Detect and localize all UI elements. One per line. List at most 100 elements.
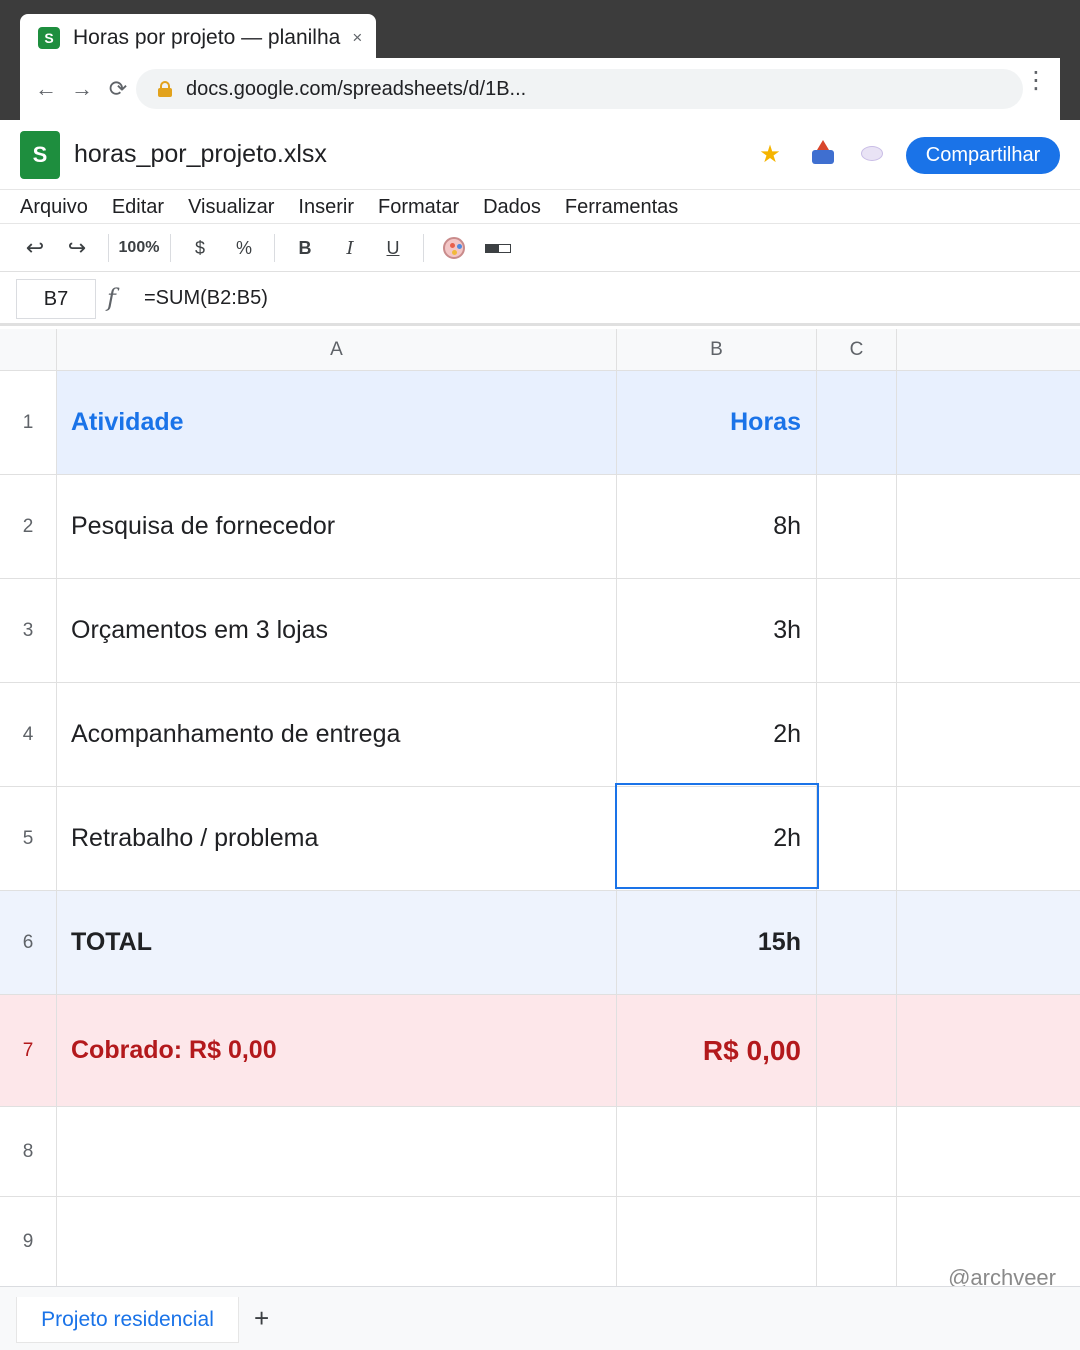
cell-a5[interactable]: Retrabalho / problema <box>57 787 617 890</box>
cell-d2[interactable] <box>897 475 1080 578</box>
row-header[interactable]: 7 <box>0 995 57 1106</box>
app-header: S horas_por_projeto.xlsx ★ Compartilhar <box>0 120 1080 190</box>
cell-b4[interactable]: 2h <box>617 683 817 786</box>
palette-icon <box>443 237 465 259</box>
column-header-b[interactable]: B <box>617 329 817 371</box>
cell-b9[interactable] <box>617 1197 817 1287</box>
menu-item-editar[interactable]: Editar <box>112 190 164 223</box>
cell-c8[interactable] <box>817 1107 897 1196</box>
column-header-c[interactable]: C <box>817 329 897 371</box>
reload-icon[interactable]: ⟳ <box>100 76 136 102</box>
column-header-a[interactable]: A <box>57 329 617 371</box>
cell-b2[interactable]: 8h <box>617 475 817 578</box>
row-header[interactable]: 8 <box>0 1107 57 1196</box>
row-header[interactable]: 1 <box>0 371 57 474</box>
forward-arrow-icon[interactable]: → <box>64 76 100 102</box>
toolbar-divider <box>423 234 424 262</box>
cell-b6[interactable]: 15h <box>617 891 817 994</box>
move-to-drive-icon[interactable] <box>808 140 838 170</box>
sheet-tab-projeto-residencial[interactable]: Projeto residencial <box>16 1297 239 1343</box>
row-header[interactable]: 4 <box>0 683 57 786</box>
cell-c3[interactable] <box>817 579 897 682</box>
menu-bar: Arquivo Editar Visualizar Inserir Format… <box>0 190 1080 224</box>
cell-c9[interactable] <box>817 1197 897 1287</box>
back-arrow-icon[interactable]: ← <box>28 76 64 102</box>
add-sheet-icon[interactable]: + <box>254 1303 269 1334</box>
italic-button[interactable]: I <box>336 234 364 262</box>
cell-d8[interactable] <box>897 1107 1080 1196</box>
select-all-corner[interactable] <box>0 329 57 371</box>
cell-d3[interactable] <box>897 579 1080 682</box>
table-row: 8 <box>0 1107 1080 1197</box>
cell-d7[interactable] <box>897 995 1080 1106</box>
toolbar-divider <box>170 234 171 262</box>
cell-b3[interactable]: 3h <box>617 579 817 682</box>
browser-toolbar: ← → ⟳ docs.google.com/spreadsheets/d/1B.… <box>20 58 1060 120</box>
browser-tab[interactable]: S Horas por projeto — planilha × <box>20 14 376 62</box>
column-header-row: A B C <box>0 329 1080 371</box>
browser-chrome: S Horas por projeto — planilha × ← → ⟳ d… <box>0 0 1080 120</box>
undo-icon[interactable]: ↩ <box>20 234 50 262</box>
cell-b7[interactable]: R$ 0,00 <box>617 995 817 1106</box>
cell-a9[interactable] <box>57 1197 617 1287</box>
toolbar-divider <box>274 234 275 262</box>
underline-button[interactable]: U <box>379 234 407 262</box>
cell-a1[interactable]: Atividade <box>57 371 617 474</box>
browser-menu-icon[interactable]: ⋮ <box>1024 69 1048 93</box>
comments-icon[interactable] <box>858 140 888 170</box>
cell-d6[interactable] <box>897 891 1080 994</box>
menu-item-inserir[interactable]: Inserir <box>298 190 354 223</box>
cell-a6[interactable]: TOTAL <box>57 891 617 994</box>
menu-item-formatar[interactable]: Formatar <box>378 190 459 223</box>
cell-c2[interactable] <box>817 475 897 578</box>
cell-a2[interactable]: Pesquisa de fornecedor <box>57 475 617 578</box>
cell-a7[interactable]: Cobrado: R$ 0,00 <box>57 995 617 1106</box>
fill-color-icon <box>485 243 511 253</box>
cell-b1[interactable]: Horas <box>617 371 817 474</box>
bold-button[interactable]: B <box>291 234 319 262</box>
cell-d5[interactable] <box>897 787 1080 890</box>
column-header-d[interactable] <box>897 329 1080 371</box>
table-row: 2 Pesquisa de fornecedor 8h <box>0 475 1080 579</box>
percent-format-button[interactable]: % <box>230 234 258 262</box>
cell-c1[interactable] <box>817 371 897 474</box>
table-row: 6 TOTAL 15h <box>0 891 1080 995</box>
star-icon[interactable]: ★ <box>755 140 785 170</box>
cell-b8[interactable] <box>617 1107 817 1196</box>
share-button[interactable]: Compartilhar <box>906 137 1060 174</box>
row-header[interactable]: 2 <box>0 475 57 578</box>
cell-d1[interactable] <box>897 371 1080 474</box>
cell-c5[interactable] <box>817 787 897 890</box>
cell-c4[interactable] <box>817 683 897 786</box>
row-header[interactable]: 5 <box>0 787 57 890</box>
cell-d4[interactable] <box>897 683 1080 786</box>
cell-b5[interactable]: 2h <box>617 787 817 890</box>
cell-a8[interactable] <box>57 1107 617 1196</box>
menu-item-arquivo[interactable]: Arquivo <box>20 190 88 223</box>
fill-color-button[interactable] <box>482 234 514 262</box>
redo-icon[interactable]: ↪ <box>62 234 92 262</box>
sheets-logo-icon[interactable]: S <box>20 131 60 179</box>
row-header[interactable]: 9 <box>0 1197 57 1287</box>
formula-input[interactable]: =SUM(B2:B5) <box>144 287 268 310</box>
function-icon: f <box>107 284 116 312</box>
zoom-select[interactable]: 100% <box>116 234 162 262</box>
toolbar-divider <box>108 234 109 262</box>
name-box[interactable]: B7 <box>16 279 96 319</box>
cell-c7[interactable] <box>817 995 897 1106</box>
row-header[interactable]: 6 <box>0 891 57 994</box>
currency-format-button[interactable]: $ <box>186 234 214 262</box>
cell-c6[interactable] <box>817 891 897 994</box>
cell-a3[interactable]: Orçamentos em 3 lojas <box>57 579 617 682</box>
table-row: 3 Orçamentos em 3 lojas 3h <box>0 579 1080 683</box>
tab-title: Horas por projeto — planilha <box>73 26 341 49</box>
address-bar[interactable]: docs.google.com/spreadsheets/d/1B... <box>136 69 1023 109</box>
text-color-button[interactable] <box>440 234 468 262</box>
cell-a4[interactable]: Acompanhamento de entrega <box>57 683 617 786</box>
tab-close-icon[interactable]: × <box>352 28 362 48</box>
row-header[interactable]: 3 <box>0 579 57 682</box>
menu-item-ferramentas[interactable]: Ferramentas <box>565 190 678 223</box>
menu-item-dados[interactable]: Dados <box>483 190 541 223</box>
menu-item-visualizar[interactable]: Visualizar <box>188 190 274 223</box>
document-title[interactable]: horas_por_projeto.xlsx <box>74 140 327 169</box>
